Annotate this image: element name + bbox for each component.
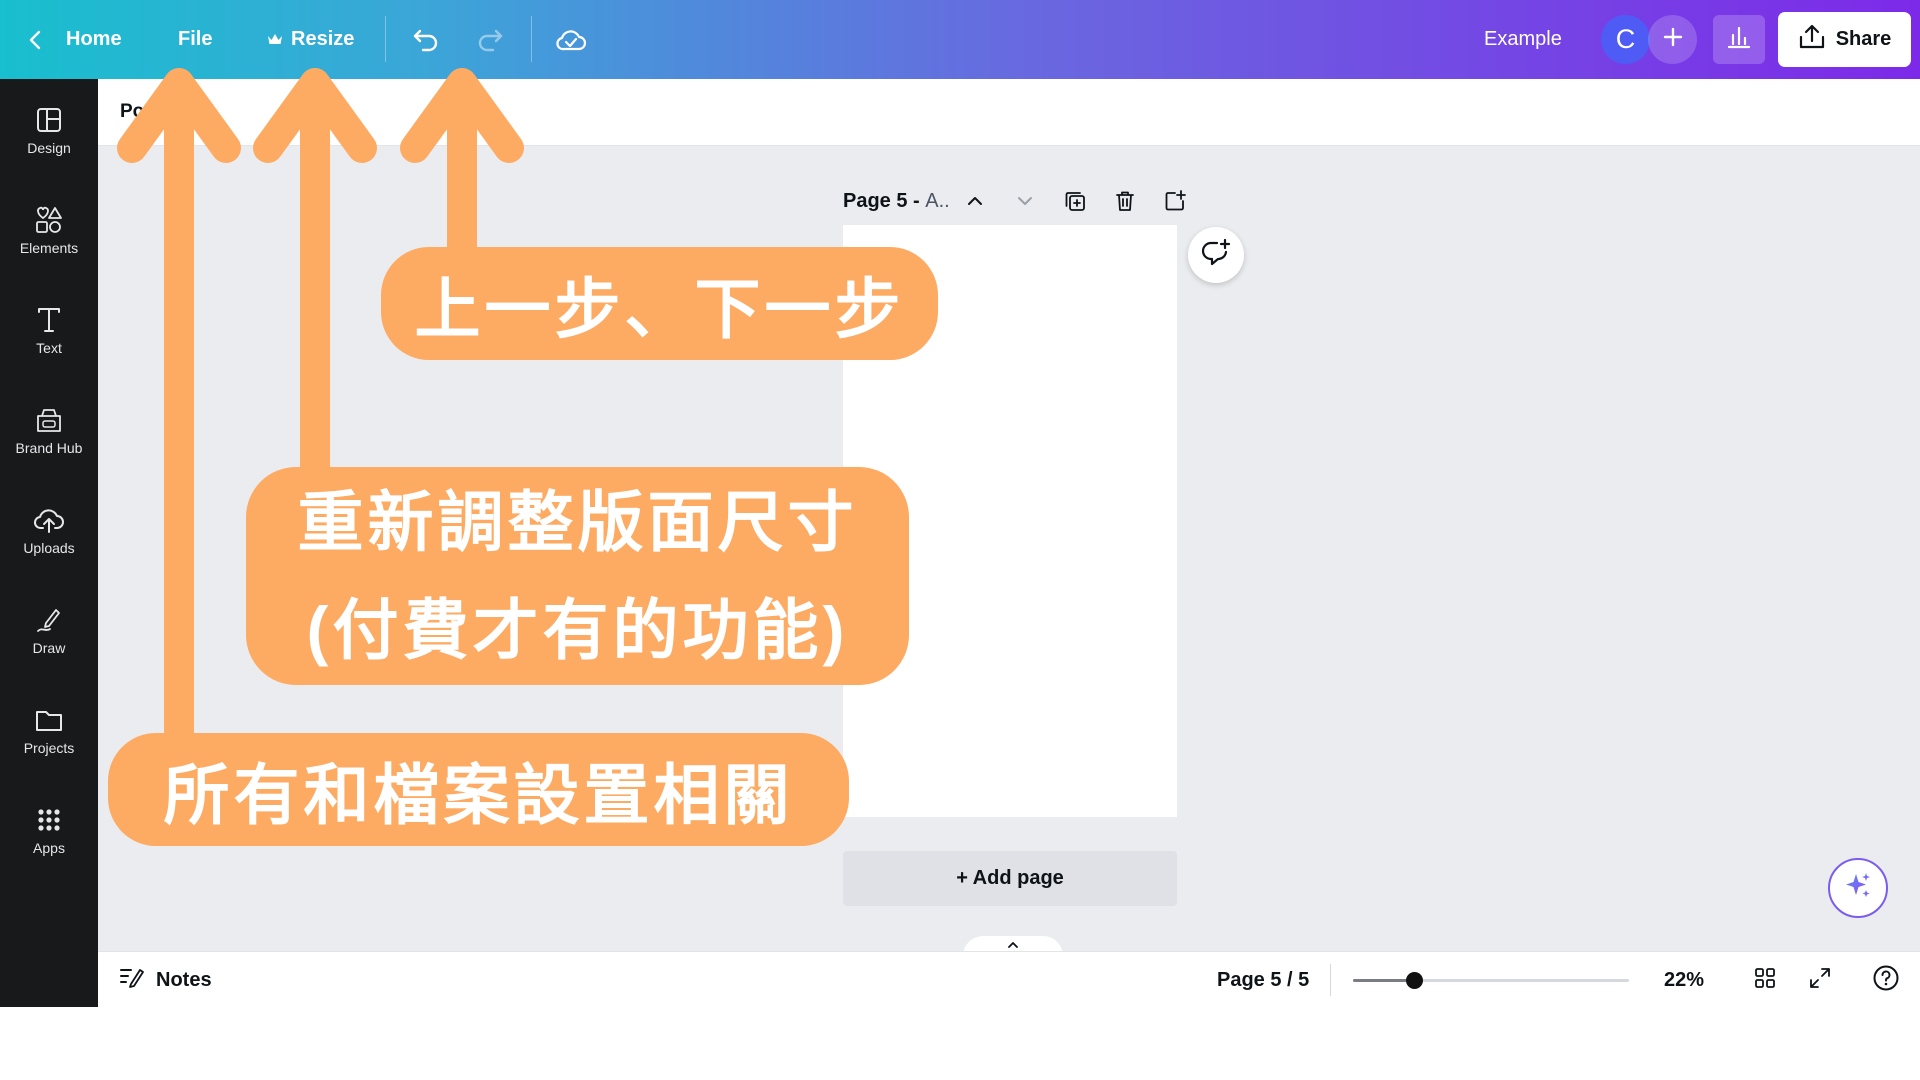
insights-button[interactable] (1713, 15, 1765, 64)
notes-button[interactable]: Notes (118, 952, 212, 1007)
file-label: File (178, 28, 213, 50)
page-count-text: Page 5 / 5 (1217, 968, 1310, 991)
grid-icon (35, 806, 63, 840)
zoom-slider-fill (1353, 979, 1414, 982)
page-toolbar: Page 5 - A.. (843, 186, 1193, 216)
zoom-level-button[interactable]: 22% (1664, 952, 1704, 1007)
sidebar-item-draw[interactable]: Draw (0, 591, 98, 671)
add-page-label: + Add page (956, 867, 1064, 889)
arrow-to-resize (253, 68, 377, 483)
zoom-slider-handle[interactable] (1405, 972, 1423, 989)
user-avatar[interactable]: C (1601, 15, 1650, 64)
callout-undo-redo: 上一步、下一步 (381, 247, 938, 360)
chevron-down-icon[interactable] (1010, 186, 1040, 216)
page-count-button[interactable]: Page 5 / 5 (1217, 952, 1309, 1007)
design-title[interactable]: Example (1484, 0, 1562, 79)
add-page-button[interactable]: + Add page (843, 851, 1177, 906)
zoom-level-text: 22% (1664, 968, 1705, 991)
help-icon (1872, 964, 1900, 997)
comment-add-icon (1200, 238, 1232, 273)
fullscreen-button[interactable] (1802, 952, 1838, 1007)
brand-hub-icon (34, 406, 64, 440)
callout-resize-line2: (付費才有的功能) (306, 593, 849, 667)
sidebar-item-label: Draw (32, 640, 66, 656)
sidebar-item-label: Projects (23, 740, 75, 756)
callout-undo-redo-text: 上一步、下一步 (414, 271, 905, 346)
folder-icon (34, 706, 64, 740)
bottom-bar: Notes Page 5 / 5 22% (98, 951, 1920, 1007)
shapes-icon (34, 206, 64, 240)
text-icon (35, 306, 63, 340)
share-label: Share (1835, 28, 1892, 50)
bottom-divider (1330, 964, 1331, 996)
toolbar-divider (385, 16, 386, 62)
cloud-check-icon (555, 27, 587, 53)
magic-assistant-button[interactable] (1828, 858, 1888, 918)
sidebar-item-brand-hub[interactable]: Brand Hub (0, 391, 98, 471)
sidebar-item-text[interactable]: Text (0, 291, 98, 371)
sidebar-item-label: Brand Hub (15, 440, 83, 456)
avatar-initial: C (1615, 24, 1636, 54)
canva-editor: Home File Resize Example C Share Design … (0, 0, 1920, 1007)
sidebar-item-label: Apps (33, 840, 65, 856)
left-sidebar: Design Elements Text Brand Hub Uploads D… (0, 79, 98, 1007)
upload-icon (1798, 24, 1826, 56)
cloud-upload-icon (33, 506, 65, 540)
page-label-suffix: A.. (925, 189, 950, 212)
home-label: Home (66, 28, 122, 50)
fullscreen-icon (1808, 966, 1832, 995)
sidebar-item-label: Text (36, 340, 62, 356)
help-button[interactable] (1868, 952, 1904, 1007)
sidebar-item-label: Elements (19, 240, 79, 256)
add-page-icon[interactable] (1160, 186, 1190, 216)
chevron-up-icon[interactable] (960, 186, 990, 216)
share-button[interactable]: Share (1778, 12, 1911, 67)
plus-icon (1662, 26, 1684, 53)
callout-resize: 重新調整版面尺寸 (付費才有的功能) (246, 467, 909, 685)
undo-icon (411, 26, 441, 54)
design-title-text: Example (1484, 28, 1562, 50)
resize-label: Resize (291, 28, 355, 50)
page-label-text: Page 5 - (843, 189, 926, 212)
sidebar-item-projects[interactable]: Projects (0, 691, 98, 771)
callout-file-settings: 所有和檔案設置相關 (108, 733, 849, 846)
sidebar-item-elements[interactable]: Elements (0, 191, 98, 271)
toolbar-divider (531, 16, 532, 62)
sidebar-item-label: Design (27, 140, 71, 156)
sparkle-icon (1842, 870, 1874, 907)
redo-icon (475, 26, 505, 54)
notes-icon (118, 964, 146, 996)
chevron-left-icon (26, 28, 46, 52)
invite-button[interactable] (1648, 15, 1697, 64)
duplicate-icon[interactable] (1060, 186, 1090, 216)
bar-chart-icon (1726, 25, 1752, 54)
sidebar-item-apps[interactable]: Apps (0, 791, 98, 871)
layout-icon (35, 106, 63, 140)
sidebar-item-uploads[interactable]: Uploads (0, 491, 98, 571)
zoom-slider[interactable] (1353, 972, 1629, 989)
notes-label: Notes (156, 968, 212, 991)
callout-file-text: 所有和檔案設置相關 (163, 757, 794, 832)
callout-resize-line1: 重新調整版面尺寸 (297, 485, 858, 559)
arrow-to-file-menu (117, 68, 241, 740)
sidebar-item-label: Uploads (23, 540, 75, 556)
pen-icon (34, 606, 64, 640)
trash-icon[interactable] (1110, 186, 1140, 216)
sidebar-item-design[interactable]: Design (0, 91, 98, 171)
crown-icon (267, 33, 283, 47)
grid-view-button[interactable] (1747, 952, 1783, 1007)
add-comment-button[interactable] (1188, 227, 1244, 283)
page-label[interactable]: Page 5 - A.. (843, 190, 950, 213)
arrow-to-undo (400, 68, 524, 265)
grid-view-icon (1753, 966, 1777, 995)
